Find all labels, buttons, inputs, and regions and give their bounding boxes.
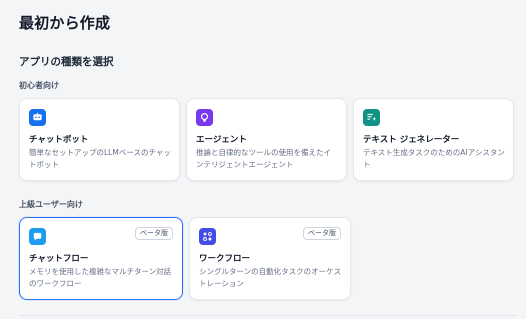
card-description: メモリを使用した複雑なマルチターン対話のワークフロー: [29, 267, 172, 288]
card-agent[interactable]: エージェント 推論と自律的なツールの使用を備えたインテリジェントエージェント: [186, 98, 347, 181]
section-title: アプリの種類を選択: [19, 56, 114, 68]
card-description: テキスト生成タスクのためのAIアシスタント: [363, 148, 505, 169]
beta-badge: ベータ版: [303, 227, 341, 240]
group-label-beginner: 初心者向け: [19, 81, 59, 90]
card-description: 推論と自律的なツールの使用を備えたインテリジェントエージェント: [196, 148, 331, 169]
card-title: テキスト ジェネレーター: [363, 135, 460, 145]
agent-icon: [196, 109, 213, 126]
card-workflow[interactable]: ベータ版 ワークフロー シングルターンの自動化タスクのオーケストレーション: [189, 217, 351, 300]
chatflow-icon: [29, 228, 46, 245]
card-title: ワークフロー: [199, 254, 251, 264]
page-title: 最初から作成: [19, 14, 111, 32]
card-text-generator[interactable]: テキスト ジェネレーター テキスト生成タスクのためのAIアシスタント: [353, 98, 514, 181]
card-title: チャットボット: [29, 135, 89, 145]
card-title: チャットフロー: [29, 254, 89, 264]
card-description: 簡単なセットアップのLLMベースのチャットボット: [29, 148, 171, 169]
group-label-advanced: 上級ユーザー向け: [19, 200, 83, 209]
beta-badge: ベータ版: [135, 227, 173, 240]
bottom-divider: [19, 315, 516, 316]
card-description: シングルターンの自動化タスクのオーケストレーション: [199, 267, 342, 288]
workflow-icon: [199, 228, 216, 245]
card-title: エージェント: [196, 135, 247, 145]
chat-bot-icon: [29, 109, 46, 126]
card-chatbot[interactable]: チャットボット 簡単なセットアップのLLMベースのチャットボット: [19, 98, 180, 181]
text-generator-icon: [363, 109, 380, 126]
card-chatflow[interactable]: ベータ版 チャットフロー メモリを使用した複雑なマルチターン対話のワークフロー: [19, 217, 183, 300]
